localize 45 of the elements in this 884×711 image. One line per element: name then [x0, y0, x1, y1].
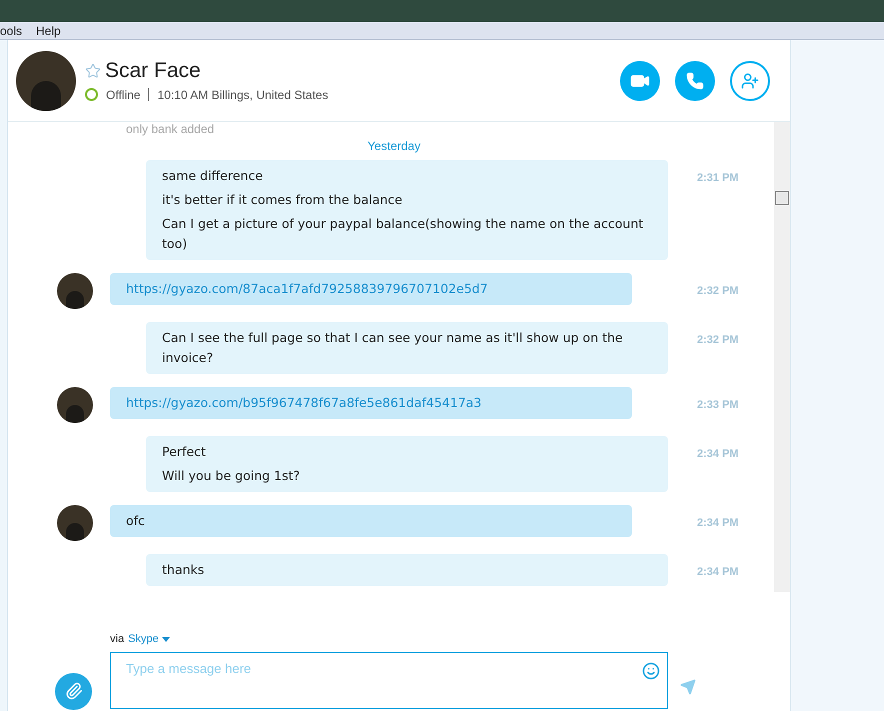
status-ring-icon — [85, 88, 98, 101]
paperclip-icon — [64, 682, 82, 700]
contact-details: 10:10 AM Billings, United States — [157, 86, 328, 104]
scrollbar-thumb[interactable] — [775, 191, 789, 205]
avatar — [57, 505, 93, 541]
message-time: 2:31 PM — [697, 171, 739, 186]
message-time: 2:34 PM — [697, 447, 739, 462]
message-time: 2:33 PM — [697, 398, 739, 413]
message-time: 2:32 PM — [697, 284, 739, 299]
phone-icon — [686, 72, 704, 90]
message-text: same difference — [162, 167, 264, 185]
message-time: 2:32 PM — [697, 333, 739, 348]
contact-status: Offline — [106, 86, 140, 104]
message-text: it's better if it comes from the balance — [162, 191, 404, 209]
menu-item[interactable]: Help — [36, 24, 61, 36]
message-link[interactable]: https://gyazo.com/87aca1f7afd79258839796707102e5d7 — [126, 279, 616, 299]
add-person-icon — [741, 72, 759, 90]
faded-message-text: only bank added — [126, 122, 214, 136]
video-call-button[interactable] — [620, 60, 660, 100]
message-text: Can I see the full page so that I can see your name as it'll show up on the invoice? — [162, 329, 624, 367]
date-divider: Yesterday — [368, 138, 420, 155]
favorite-star-icon[interactable] — [85, 62, 101, 78]
caret-icon — [162, 636, 170, 642]
attach-button[interactable] — [55, 672, 92, 710]
via-label: via — [110, 632, 124, 647]
emoticon-icon[interactable] — [642, 662, 660, 680]
message-link[interactable]: https://gyazo.com/b95f967478f67a8fe5e861daf45417a3 — [126, 393, 616, 413]
message-text: thanks — [162, 561, 206, 579]
message-time: 2:34 PM — [697, 565, 739, 580]
service-dropdown[interactable]: Skype — [128, 631, 170, 648]
add-contact-button[interactable] — [730, 60, 770, 100]
avatar — [57, 273, 93, 309]
send-icon[interactable] — [680, 678, 696, 694]
message-text: Can I get a picture of your paypal balance(showing the name on the account too) — [162, 215, 644, 253]
contact-name: Scar Face — [105, 58, 201, 84]
scrollbar[interactable] — [774, 122, 790, 592]
message-text: ofc — [126, 512, 146, 530]
separator-bar — [148, 88, 150, 101]
message-input-field[interactable]: Type a message here — [110, 652, 668, 708]
menu-item[interactable]: ools — [0, 24, 22, 36]
message-text: Will you be going 1st? — [162, 467, 301, 485]
message-time: 2:34 PM — [697, 516, 739, 531]
message-text: Perfect — [162, 443, 207, 461]
avatar — [57, 387, 93, 423]
call-button[interactable] — [675, 60, 715, 100]
